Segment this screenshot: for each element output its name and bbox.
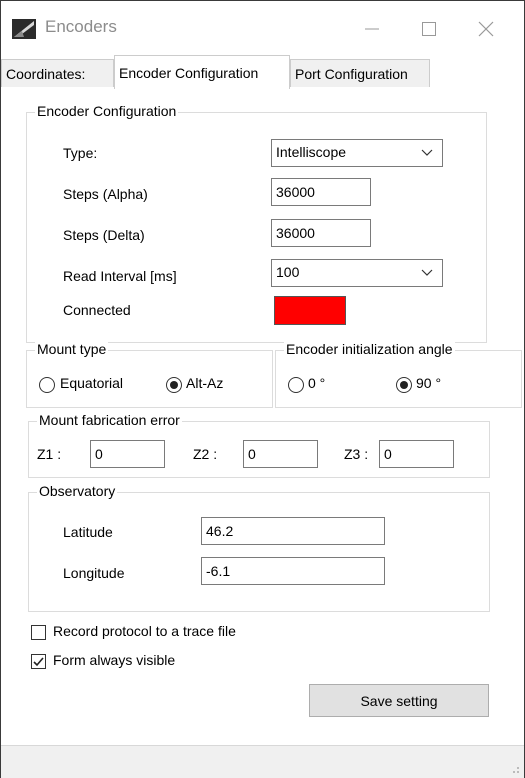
tab-coordinates[interactable]: Coordinates: [1, 59, 114, 87]
longitude-input[interactable] [201, 557, 385, 585]
z2-label: Z2 : [193, 446, 218, 462]
record-protocol-checkbox[interactable] [31, 625, 46, 640]
type-label: Type: [63, 145, 98, 161]
tab-strip: Coordinates: Encoder Configuration Port … [1, 55, 524, 89]
save-setting-button[interactable]: Save setting [309, 684, 489, 717]
type-select[interactable]: Intelliscope [271, 139, 443, 167]
z1-input[interactable] [90, 440, 165, 468]
observatory-legend: Observatory [37, 483, 118, 499]
init-angle-legend: Encoder initialization angle [284, 341, 455, 357]
z3-label: Z3 : [344, 446, 369, 462]
z2-input[interactable] [243, 440, 318, 468]
fabrication-error-legend: Mount fabrication error [37, 412, 182, 428]
alt-az-radio[interactable] [166, 377, 182, 393]
chevron-down-icon [421, 269, 433, 276]
type-select-value: Intelliscope [276, 144, 347, 160]
angle-0-label: 0 ° [308, 375, 326, 391]
title-bar: Encoders [1, 1, 524, 55]
encoder-configuration-legend: Encoder Configuration [35, 103, 179, 119]
chevron-down-icon [421, 149, 433, 156]
record-protocol-label: Record protocol to a trace file [53, 623, 236, 639]
z1-label: Z1 : [37, 446, 62, 462]
form-always-visible-checkbox[interactable] [31, 654, 46, 669]
steps-alpha-label: Steps (Alpha) [63, 186, 148, 202]
read-interval-label: Read Interval [ms] [63, 268, 177, 284]
latitude-input[interactable] [201, 517, 385, 545]
resize-grip-icon[interactable] [510, 764, 520, 774]
mount-type-legend: Mount type [35, 341, 109, 357]
observatory-group: Observatory [28, 483, 490, 612]
steps-alpha-input[interactable] [271, 178, 371, 206]
tab-encoder-configuration[interactable]: Encoder Configuration [114, 55, 290, 89]
minimize-button[interactable] [352, 11, 392, 47]
angle-0-radio[interactable] [288, 377, 304, 393]
connected-indicator [274, 296, 346, 325]
status-bar [1, 745, 524, 778]
read-interval-select[interactable]: 100 [271, 259, 443, 287]
alt-az-label: Alt-Az [186, 375, 224, 391]
equatorial-label: Equatorial [60, 375, 124, 391]
z3-input[interactable] [379, 440, 454, 468]
angle-90-label: 90 ° [416, 375, 442, 391]
form-always-visible-label: Form always visible [53, 652, 176, 668]
tab-port-configuration[interactable]: Port Configuration [290, 59, 430, 87]
latitude-label: Latitude [63, 524, 113, 540]
app-icon [12, 19, 36, 39]
close-button[interactable] [466, 11, 506, 47]
maximize-button[interactable] [409, 11, 449, 47]
equatorial-radio[interactable] [39, 377, 55, 393]
minimize-icon [365, 28, 379, 30]
angle-90-radio[interactable] [396, 377, 412, 393]
connected-label: Connected [63, 302, 131, 318]
read-interval-select-value: 100 [276, 264, 300, 280]
maximize-icon [422, 22, 436, 36]
window-title: Encoders [45, 17, 117, 36]
close-icon [478, 21, 494, 37]
longitude-label: Longitude [63, 565, 125, 581]
checkmark-icon [33, 657, 44, 667]
steps-delta-input[interactable] [271, 219, 371, 247]
encoders-window: Encoders Coordinates: Encoder Configurat… [0, 0, 525, 778]
tab-panel: Encoder Configuration Type: Intelliscope… [1, 88, 524, 745]
steps-delta-label: Steps (Delta) [63, 227, 145, 243]
